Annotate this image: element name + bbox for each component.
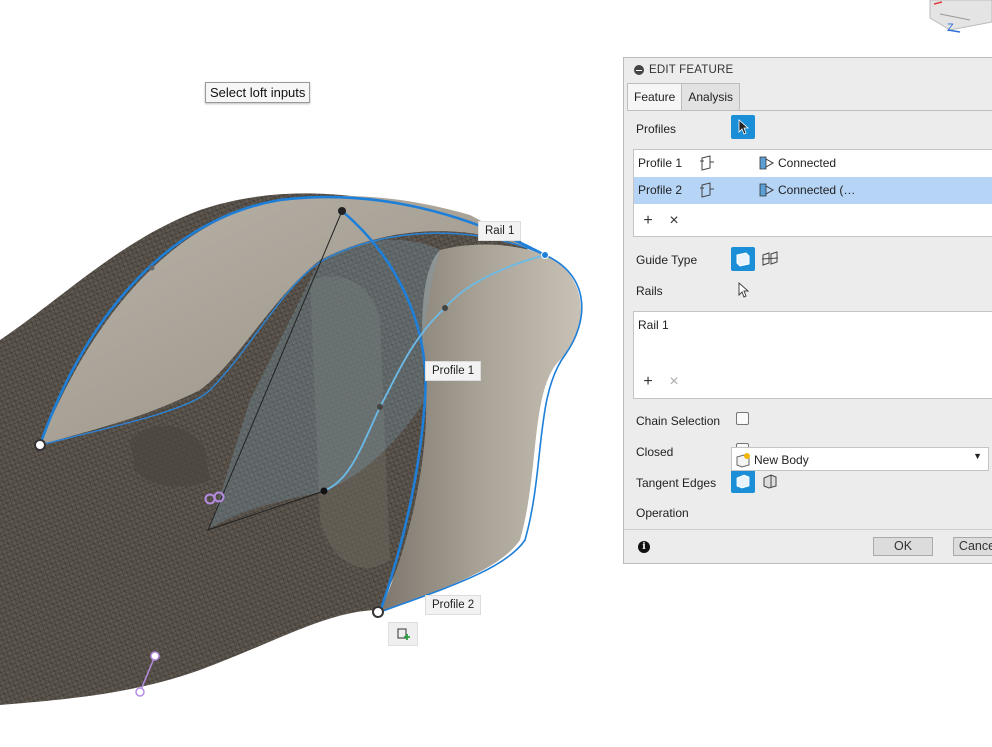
rails-label: Rails [636, 284, 663, 298]
panel-header[interactable]: EDIT FEATURE [624, 58, 992, 82]
tab-analysis[interactable]: Analysis [681, 83, 741, 110]
add-profile-marker[interactable] [388, 622, 418, 646]
new-body-icon [736, 453, 750, 468]
panel-title: EDIT FEATURE [649, 64, 734, 76]
profiles-label: Profiles [636, 122, 677, 136]
select-inputs-hint: Select loft inputs [205, 82, 311, 103]
collapse-icon[interactable] [634, 65, 644, 75]
continuity-icon[interactable] [758, 182, 776, 198]
profile-row[interactable]: Profile 1 Connected [634, 150, 992, 177]
profile-2-label[interactable]: Profile 2 [425, 595, 482, 615]
profile-type-icon[interactable] [698, 155, 716, 171]
tab-feature[interactable]: Feature [627, 83, 683, 110]
remove-rail-button[interactable]: × [668, 373, 680, 391]
centerline-guide-icon [761, 251, 779, 266]
remove-profile-button[interactable]: × [668, 212, 680, 230]
viewcube-icon [929, 0, 992, 33]
operation-dropdown[interactable]: New Body ▼ [731, 447, 989, 471]
tangent-edges-merge-button[interactable] [731, 469, 755, 493]
rail-1-label[interactable]: Rail 1 [478, 221, 522, 241]
tab-bar: Feature Analysis [627, 83, 741, 110]
info-icon[interactable]: i [638, 541, 650, 553]
continuity-value[interactable]: Connected [778, 156, 836, 170]
chain-selection-checkbox[interactable] [736, 412, 749, 425]
cursor-arrow-icon [738, 119, 750, 135]
profiles-list[interactable]: Profile 1 Connected Profile 2 Connected … [633, 149, 992, 237]
profile-1-label[interactable]: Profile 1 [425, 361, 482, 381]
tangent-edges-keep-button[interactable] [761, 472, 779, 490]
panel-footer: i OK Cance [624, 529, 992, 564]
rails-select-button[interactable] [734, 281, 752, 299]
z-axis-label: Z [947, 22, 954, 34]
profile-name: Profile 1 [638, 156, 683, 170]
add-point-icon [397, 628, 410, 640]
profiles-add-remove: + × [642, 212, 680, 230]
merge-edges-icon [736, 474, 750, 489]
continuity-icon[interactable] [758, 155, 776, 171]
edit-feature-panel: EDIT FEATURE Feature Analysis Profiles P… [623, 57, 992, 564]
operation-value: New Body [754, 453, 809, 467]
profile-name: Profile 2 [638, 183, 683, 197]
guide-type-centerline-button[interactable] [761, 250, 779, 268]
operation-label: Operation [636, 506, 689, 520]
add-rail-button[interactable]: + [642, 373, 654, 391]
ok-button[interactable]: OK [873, 537, 933, 556]
rails-add-remove: + × [642, 373, 680, 391]
keep-edges-icon [763, 474, 777, 489]
rails-guide-icon [736, 252, 750, 267]
continuity-value[interactable]: Connected (… [778, 183, 855, 197]
profile-row[interactable]: Profile 2 Connected (… [634, 177, 992, 204]
profile-type-icon[interactable] [698, 182, 716, 198]
closed-label: Closed [636, 445, 674, 459]
chevron-down-icon: ▼ [973, 451, 982, 461]
rails-list[interactable]: Rail 1 + × [633, 311, 992, 399]
profiles-select-button[interactable] [731, 115, 755, 139]
cursor-arrow-icon [738, 282, 750, 298]
guide-type-rails-button[interactable] [731, 247, 755, 271]
cancel-button[interactable]: Cance [953, 537, 992, 556]
rail-item[interactable]: Rail 1 [638, 318, 669, 332]
tangent-edges-label: Tangent Edges [636, 476, 717, 490]
guide-type-label: Guide Type [636, 253, 698, 267]
viewcube[interactable]: Z [920, 0, 992, 40]
add-profile-button[interactable]: + [642, 212, 654, 230]
chain-selection-label: Chain Selection [636, 414, 721, 428]
